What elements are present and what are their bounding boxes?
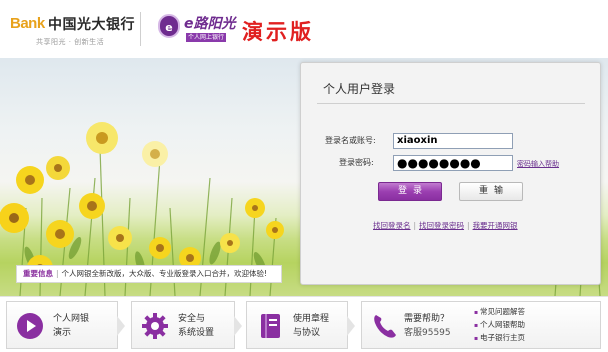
recover-password-link[interactable]: 找回登录密码 xyxy=(419,221,464,230)
tile-security-line1: 安全与 xyxy=(178,314,206,324)
demo-title: 演示版 xyxy=(242,20,314,44)
tile-help-hotline: 客服95595 xyxy=(404,328,451,338)
faq-link[interactable]: 常见问题解答 xyxy=(474,306,525,319)
link-separator: | xyxy=(413,221,417,230)
tile-help-line1: 需要帮助？ xyxy=(404,314,450,324)
tile-terms-text: 使用章程 与协议 xyxy=(293,312,329,340)
gear-icon xyxy=(142,313,168,339)
bottom-bar: 个人网银 演示 安全与 系统设置 使用章程 与协议 需要帮助？ 客服95595 … xyxy=(0,296,608,352)
tile-arrow xyxy=(234,316,242,336)
phone-icon xyxy=(374,315,396,338)
header-divider xyxy=(140,12,141,46)
tile-arrow xyxy=(347,316,355,336)
bank-slogan: 共享阳光 · 创新生活 xyxy=(36,38,105,46)
notice-separator: | xyxy=(56,269,59,278)
tile-demo-line1: 个人网银 xyxy=(53,314,90,324)
bank-logo-text: Bank xyxy=(10,15,45,32)
tile-arrow xyxy=(117,316,125,336)
login-button[interactable]: 登录 xyxy=(378,182,442,201)
recover-username-link[interactable]: 找回登录名 xyxy=(373,221,411,230)
password-help-link[interactable]: 密码输入帮助 xyxy=(517,159,559,169)
notice-label: 重要信息 xyxy=(23,269,53,278)
login-panel: 个人用户登录 登录名或账号: xiaoxin 登录密码: ●●●●●●●● 密码… xyxy=(300,62,601,285)
tile-demo[interactable]: 个人网银 演示 xyxy=(6,301,125,349)
login-title-divider xyxy=(317,103,585,104)
header: Bank 中国光大银行 共享阳光 · 创新生活 e e路阳光 个人网上银行 演示… xyxy=(0,0,608,58)
tile-terms-line1: 使用章程 xyxy=(293,314,330,324)
tile-demo-line2: 演示 xyxy=(53,328,72,338)
account-label: 登录名或账号: xyxy=(325,136,376,145)
login-title: 个人用户登录 xyxy=(323,82,396,96)
tile-help-text: 需要帮助？ 客服95595 xyxy=(404,312,451,340)
login-links: 找回登录名 | 找回登录密码 | 我要开通网银 xyxy=(373,220,518,231)
help-links: 常见问题解答 个人网银帮助 电子银行主页 xyxy=(474,306,525,345)
password-label: 登录密码: xyxy=(339,158,374,167)
brand-subtitle: 个人网上银行 xyxy=(186,33,227,42)
tile-security-line2: 系统设置 xyxy=(178,328,215,338)
bank-name: 中国光大银行 xyxy=(48,17,135,33)
notice-bar[interactable]: 重要信息 | 个人网银全新改版，大众版、专业版登录入口合并，欢迎体验! xyxy=(16,265,282,283)
tile-security[interactable]: 安全与 系统设置 xyxy=(131,301,242,349)
reset-button[interactable]: 重输 xyxy=(459,182,523,201)
password-input[interactable]: ●●●●●●●● xyxy=(393,155,513,171)
tile-terms[interactable]: 使用章程 与协议 xyxy=(246,301,355,349)
open-online-banking-link[interactable]: 我要开通网银 xyxy=(473,221,518,230)
tile-demo-text: 个人网银 演示 xyxy=(53,312,89,340)
link-separator: | xyxy=(467,221,470,230)
notice-text: 个人网银全新改版，大众版、专业版登录入口合并，欢迎体验! xyxy=(61,269,268,278)
account-input[interactable]: xiaoxin xyxy=(393,133,513,149)
ebank-homepage-link[interactable]: 电子银行主页 xyxy=(474,332,525,345)
tile-help[interactable]: 需要帮助？ 客服95595 常见问题解答 个人网银帮助 电子银行主页 xyxy=(361,301,601,349)
online-banking-help-link[interactable]: 个人网银帮助 xyxy=(474,319,525,332)
play-icon xyxy=(17,313,43,339)
brand-name: e路阳光 xyxy=(184,16,236,32)
e-brand-icon: e xyxy=(158,14,180,38)
book-icon xyxy=(261,314,280,338)
tile-security-text: 安全与 系统设置 xyxy=(178,312,214,340)
tile-terms-line2: 与协议 xyxy=(293,328,321,338)
